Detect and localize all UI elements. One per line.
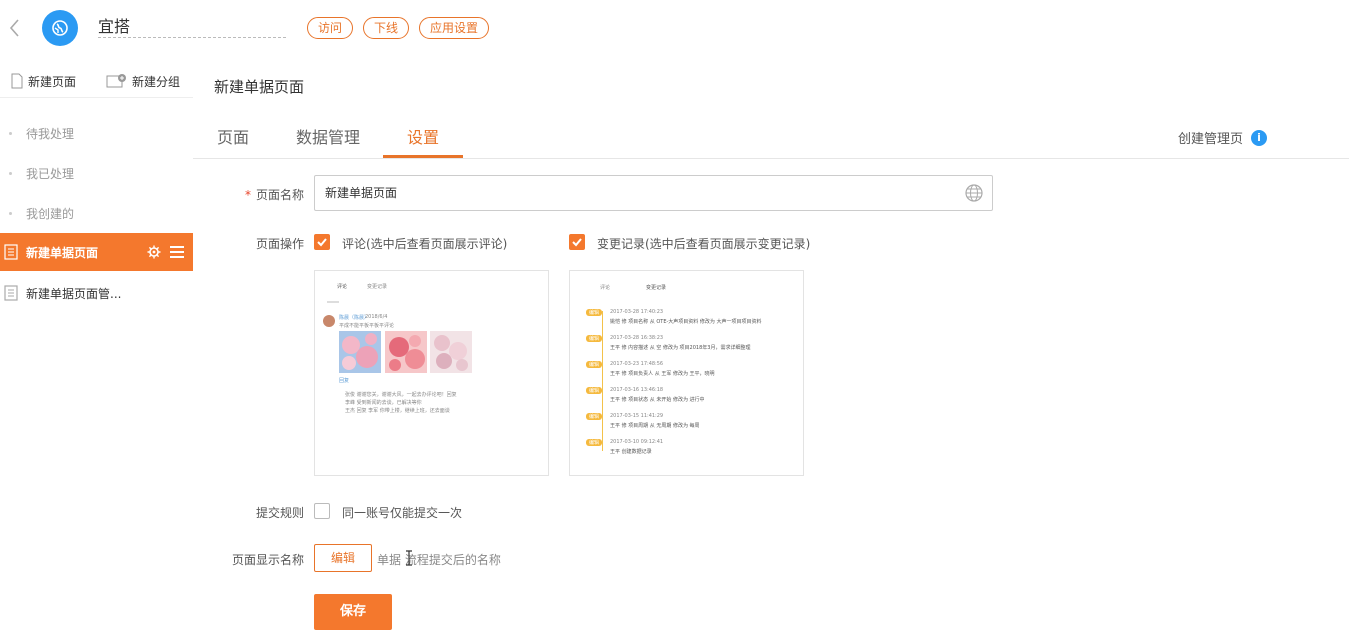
- timeline-line: [602, 311, 603, 451]
- create-manager-page-link[interactable]: 创建管理页: [1178, 128, 1243, 147]
- preview-tab-comment: 评论: [337, 284, 348, 290]
- new-group-label: 新建分组: [132, 74, 181, 89]
- tab-settings[interactable]: 设置: [407, 124, 439, 148]
- new-group-button[interactable]: 新建分组: [106, 70, 180, 92]
- page-ops-label: 页面操作: [255, 237, 304, 251]
- sidebar-item-created[interactable]: 我创建的: [0, 194, 193, 232]
- active-tab-indicator: [383, 155, 463, 158]
- new-page-label: 新建页面: [28, 74, 77, 89]
- timeline-date: 2017-03-10 09:12:41: [610, 439, 664, 445]
- new-page-button[interactable]: 新建页面: [10, 70, 76, 92]
- bullet-icon: [9, 131, 12, 135]
- new-page-icon: [11, 73, 23, 89]
- timeline-date: 2017-03-28 16:38:23: [610, 335, 664, 341]
- sidebar-item-todo[interactable]: 待我处理: [0, 114, 193, 152]
- changelog-checkbox[interactable]: [569, 234, 585, 250]
- preview-tab-comment: 评论: [600, 285, 611, 291]
- required-marker: *: [244, 188, 251, 202]
- timeline-tag: 编辑: [586, 439, 603, 446]
- menu-icon[interactable]: [169, 245, 185, 259]
- sidebar-item-new-form-page[interactable]: 新建单据页面: [0, 233, 193, 271]
- text-cursor-icon: [406, 550, 412, 566]
- bullet-icon: [9, 211, 12, 215]
- display-name-hint: 单据 流程提交后的名称: [377, 553, 501, 567]
- sidebar-item-label: 新建单据页面管...: [26, 286, 122, 301]
- visit-button[interactable]: 访问: [307, 17, 353, 39]
- timeline-text: 王平 修 内容描述 从 空 修改为 项目2018年3月，需求详细整理: [610, 345, 751, 351]
- comment-checkbox[interactable]: [314, 234, 330, 250]
- timeline-tag: 编辑: [586, 309, 603, 316]
- timeline-tag: 编辑: [586, 335, 603, 342]
- preview-reply-line: 张俊 谢谢您关，谢谢大风，一起去办评论吧！回复: [345, 392, 457, 398]
- back-arrow-icon[interactable]: [8, 18, 22, 38]
- timeline-date: 2017-03-28 17:40:23: [610, 309, 664, 315]
- preview-reply-line: 王杰 回复 李军 你带上楼，继续上班，还去面谈: [345, 408, 450, 414]
- offline-button[interactable]: 下线: [363, 17, 409, 39]
- timeline-text: 王平 修 项目负责人 从 王军 修改为 王平，晓明: [610, 371, 715, 377]
- preview-tab-changelog: 变更记录: [646, 285, 667, 291]
- page-name-input[interactable]: 新建单据页面: [314, 175, 993, 211]
- sidebar-item-label: 新建单据页面: [26, 245, 99, 260]
- edit-button[interactable]: 编辑: [314, 544, 372, 572]
- sidebar: 新建页面 新建分组 待我处理 我已处理 我创建的 新建单据页面 新建单据页面管.…: [0, 58, 193, 638]
- save-button[interactable]: 保存: [314, 594, 392, 630]
- preview-text: 平成不能平板平板平评论: [339, 323, 395, 329]
- timeline-date: 2017-03-15 11:41:29: [610, 413, 664, 419]
- gear-icon[interactable]: [147, 245, 161, 259]
- timeline-tag: 编辑: [586, 387, 603, 394]
- preview-avatar: [323, 315, 335, 327]
- cherry-blossom-photo: [430, 331, 472, 373]
- preview-time: 2018/6/4: [365, 314, 388, 320]
- preview-divider: [327, 301, 339, 303]
- sidebar-item-label: 我创建的: [26, 206, 75, 221]
- sidebar-item-done[interactable]: 我已处理: [0, 154, 193, 192]
- submit-once-checkbox[interactable]: [314, 503, 330, 519]
- sidebar-actions: 新建页面 新建分组: [0, 66, 193, 98]
- tab-bar: 页面 数据管理 设置 创建管理页 i: [193, 118, 1349, 159]
- top-bar: 宜搭 访问 下线 应用设置: [0, 0, 1349, 58]
- app-settings-button[interactable]: 应用设置: [419, 17, 489, 39]
- timeline-date: 2017-03-23 17:48:56: [610, 361, 664, 367]
- preview-tab-changelog: 变更记录: [367, 284, 388, 290]
- timeline-tag: 编辑: [586, 361, 603, 368]
- page-title: 新建单据页面: [214, 78, 305, 96]
- info-icon[interactable]: i: [1251, 130, 1267, 146]
- tab-page[interactable]: 页面: [217, 124, 249, 148]
- submit-once-label: 同一账号仅能提交一次: [342, 506, 463, 520]
- submit-rule-label: 提交规则: [255, 506, 304, 520]
- document-icon: [4, 244, 18, 260]
- changelog-preview-image: 评论 变更记录 编辑 2017-03-28 17:40:23 姚恺 修 项目名称…: [569, 270, 804, 476]
- new-group-icon: [106, 74, 126, 88]
- preview-reply-line: 李峰 受到新闻的去谈，已解决等你: [345, 400, 422, 406]
- bullet-icon: [9, 171, 12, 175]
- app-name[interactable]: 宜搭: [98, 16, 286, 38]
- document-icon: [4, 285, 18, 301]
- preview-reply: 回复: [339, 378, 350, 384]
- timeline-text: 姚恺 修 项目名称 从 OTE-大声项目资料 修改为 大声一项目项目资料: [610, 319, 762, 325]
- sidebar-item-label: 我已处理: [26, 166, 75, 181]
- changelog-option-label: 变更记录(选中后查看页面展示变更记录): [597, 237, 811, 251]
- cherry-blossom-photo: [339, 331, 381, 373]
- timeline-tag: 编辑: [586, 413, 603, 420]
- cherry-blossom-photo: [385, 331, 427, 373]
- display-name-label: 页面显示名称: [231, 553, 304, 567]
- check-icon: [317, 238, 327, 247]
- timeline-text: 王平 修 项目周期 从 无周期 修改为 每周: [610, 423, 700, 429]
- app-logo-icon: [42, 10, 78, 46]
- sidebar-item-new-form-page-mgr[interactable]: 新建单据页面管...: [0, 274, 193, 312]
- timeline-text: 王平 修 项目状态 从 未开始 修改为 进行中: [610, 397, 705, 403]
- tab-data-management[interactable]: 数据管理: [296, 124, 360, 148]
- page-name-label-text: 页面名称: [255, 188, 304, 202]
- timeline-date: 2017-03-16 13:46:18: [610, 387, 664, 393]
- page-name-label: * 页面名称: [222, 186, 304, 203]
- comment-preview-image: 评论 变更记录 陈晨（陈晨） 2018/6/4 平成不能平板平板平评论 回复 张…: [314, 270, 549, 476]
- timeline-text: 王平 创建数据记录: [610, 449, 652, 455]
- globe-icon[interactable]: [965, 184, 983, 202]
- comment-option-label: 评论(选中后查看页面展示评论): [342, 237, 508, 251]
- sidebar-item-label: 待我处理: [26, 126, 75, 141]
- check-icon: [572, 238, 582, 247]
